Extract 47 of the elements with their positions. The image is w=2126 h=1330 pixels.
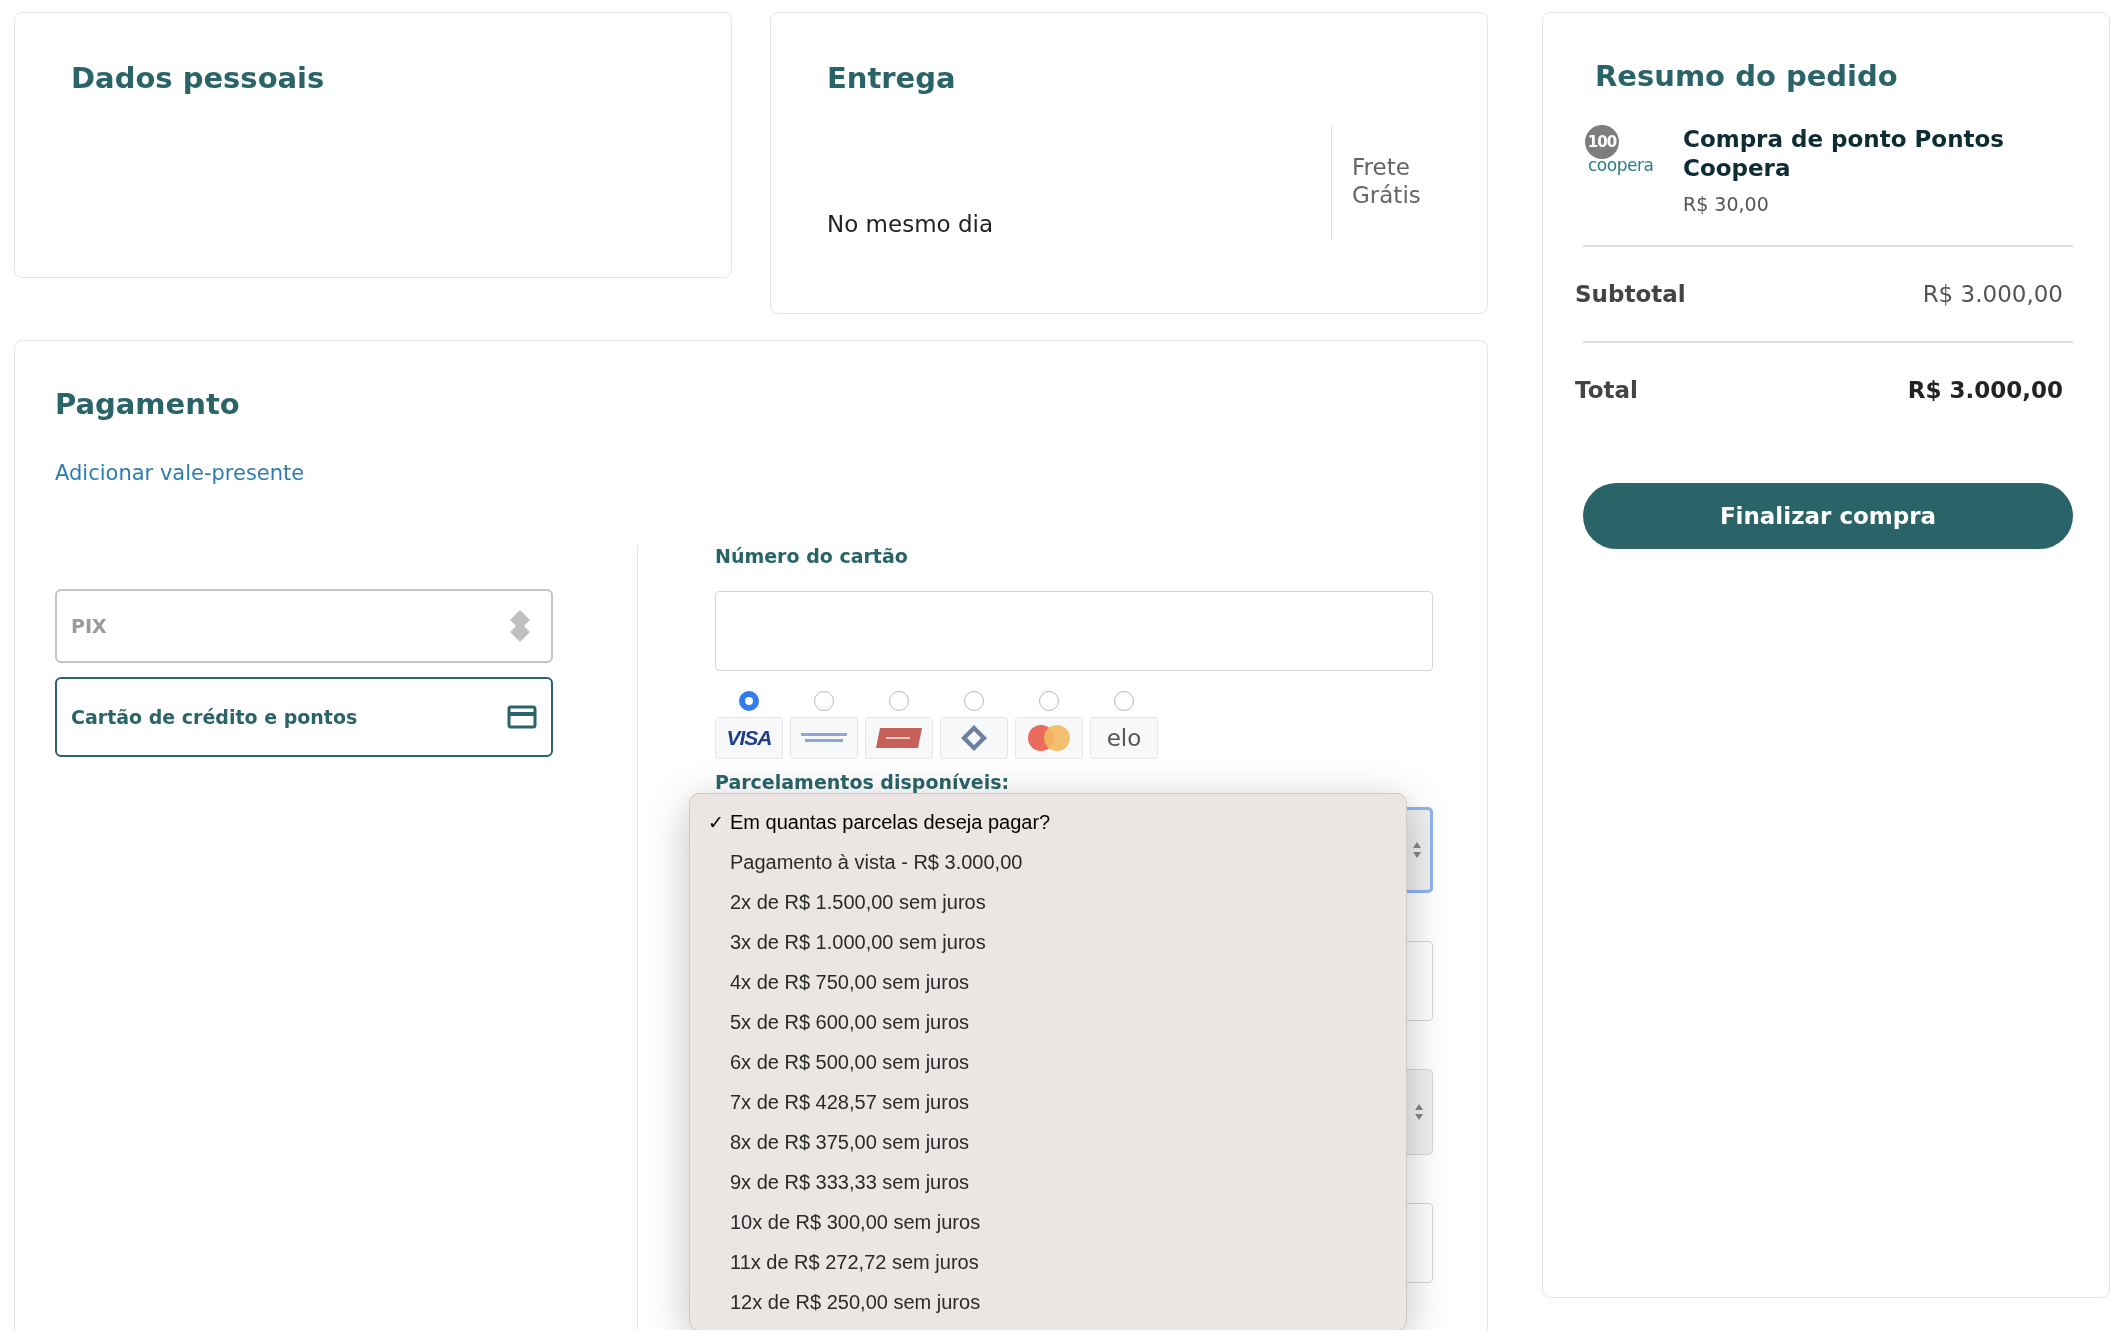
dropdown-option[interactable]: 5x de R$ 600,00 sem juros	[690, 1002, 1406, 1042]
field-label: Número do cartão	[715, 545, 909, 567]
brand-radio[interactable]	[889, 691, 909, 711]
card-number-field[interactable]	[715, 591, 1433, 671]
dropdown-option[interactable]: Pagamento à vista - R$ 3.000,00	[690, 842, 1406, 882]
dropdown-option[interactable]: 10x de R$ 300,00 sem juros	[690, 1202, 1406, 1242]
card-title: Entrega	[826, 60, 957, 95]
dropdown-option[interactable]: 2x de R$ 1.500,00 sem juros	[690, 882, 1406, 922]
dropdown-option[interactable]: ✓ Em quantas parcelas deseja pagar?	[690, 802, 1406, 842]
shipping-price: Frete Grátis	[1352, 153, 1422, 210]
card-title: Pagamento	[54, 386, 241, 421]
total-label: Total	[1575, 377, 1638, 403]
mastercard-logo	[1028, 725, 1070, 751]
card-title: Dados pessoais	[70, 60, 326, 95]
subtotal-label: Subtotal	[1575, 281, 1686, 307]
brand-radio[interactable]	[964, 691, 984, 711]
visa-logo: VISA	[726, 726, 772, 750]
brand-radio[interactable]	[814, 691, 834, 711]
dropdown-option[interactable]: 8x de R$ 375,00 sem juros	[690, 1122, 1406, 1162]
dropdown-option[interactable]: 4x de R$ 750,00 sem juros	[690, 962, 1406, 1002]
field-label: Parcelamentos disponíveis:	[715, 771, 1011, 793]
finish-purchase-button[interactable]: Finalizar compra	[1583, 483, 2073, 549]
card-title: Resumo do pedido	[1594, 58, 1899, 93]
dropdown-option[interactable]: 12x de R$ 250,00 sem juros	[690, 1282, 1406, 1322]
dropdown-option[interactable]: 7x de R$ 428,57 sem juros	[690, 1082, 1406, 1122]
diamond-logo	[960, 724, 988, 752]
product-logo: 100 coopera	[1583, 125, 1673, 181]
brand-radio[interactable]	[739, 691, 759, 711]
gift-card-link[interactable]: Adicionar vale-presente	[55, 461, 305, 485]
product-name: Compra de ponto Pontos Coopera	[1683, 125, 2005, 183]
amex-logo	[801, 732, 847, 744]
dropdown-option[interactable]: 11x de R$ 272,72 sem juros	[690, 1242, 1406, 1282]
brand-radio[interactable]	[1039, 691, 1059, 711]
dropdown-option[interactable]: 6x de R$ 500,00 sem juros	[690, 1042, 1406, 1082]
updown-icon	[1414, 1103, 1424, 1121]
credit-card-icon	[507, 705, 537, 729]
dropdown-option[interactable]: 9x de R$ 333,33 sem juros	[690, 1162, 1406, 1202]
updown-icon	[1412, 841, 1422, 859]
product-price: R$ 30,00	[1683, 193, 1770, 215]
brand-radio[interactable]	[1114, 691, 1134, 711]
total-value: R$ 3.000,00	[1907, 377, 2063, 403]
elo-logo: elo	[1106, 725, 1142, 751]
subtotal-value: R$ 3.000,00	[1922, 281, 2063, 307]
delivery-option: No mesmo dia	[827, 211, 1331, 239]
payment-method-option[interactable]: Cartão de crédito e pontos	[55, 677, 553, 757]
dropdown-option[interactable]: 3x de R$ 1.000,00 sem juros	[690, 922, 1406, 962]
hipercard-logo	[876, 728, 922, 748]
